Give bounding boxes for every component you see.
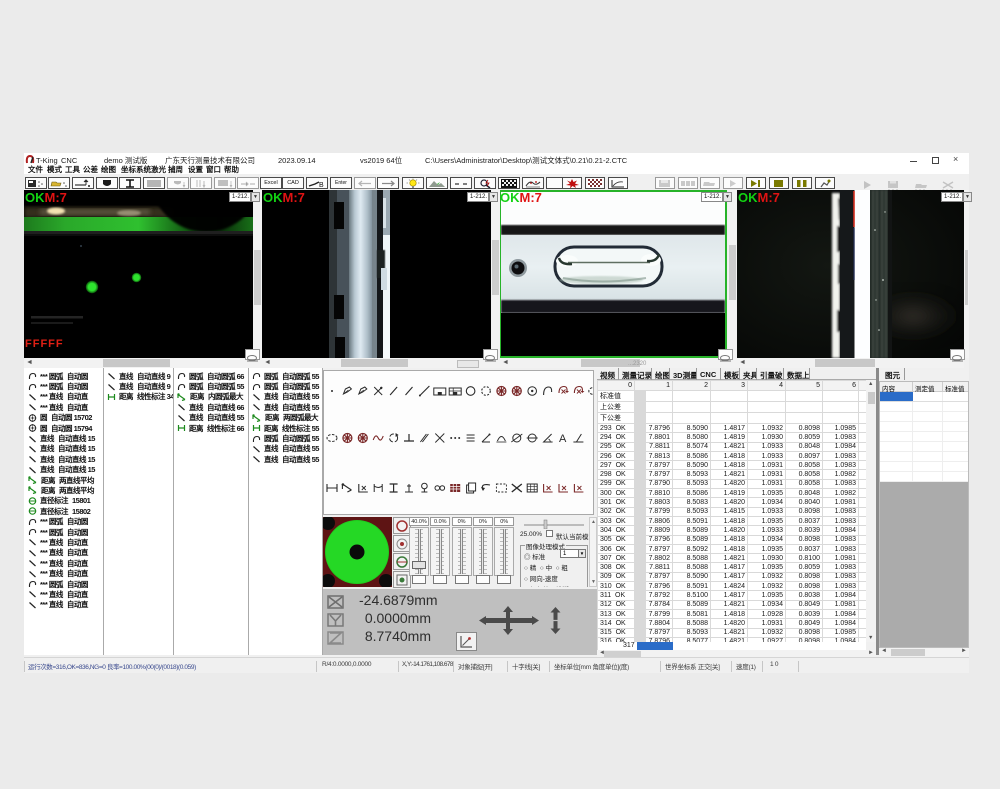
svg-text:B: B (319, 182, 324, 189)
svg-text:A: A (559, 433, 567, 445)
